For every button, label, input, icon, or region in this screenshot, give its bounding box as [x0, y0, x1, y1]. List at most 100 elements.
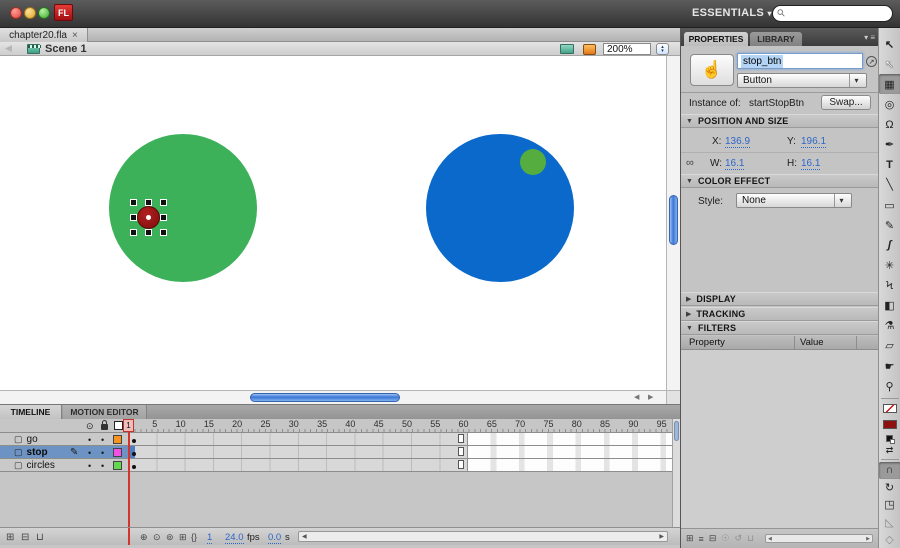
clipboard-icon[interactable]: ⊟ [709, 533, 717, 544]
playhead-marker[interactable]: 1 [123, 419, 134, 432]
h-value[interactable]: 16.1 [801, 158, 820, 170]
swap-colors-button[interactable]: ⇄ [879, 444, 900, 456]
paint-bucket-tool[interactable]: ◧ [879, 296, 900, 316]
edit-symbol-definition-button[interactable]: ↗ [866, 56, 877, 67]
onion-skin-outlines-button[interactable]: ⊚ [166, 532, 174, 543]
layer-lock-dot[interactable]: • [101, 448, 104, 458]
stage-vertical-scrollbar[interactable] [666, 56, 680, 390]
vertical-scroll-thumb[interactable] [669, 195, 678, 245]
tab-properties[interactable]: PROPERTIES [684, 32, 748, 46]
filters-scrollbar[interactable]: ◀ ▶ [765, 534, 873, 543]
subselection-tool[interactable]: ↖ [879, 54, 900, 74]
layer-name[interactable]: circles [27, 460, 55, 471]
delete-layer-button[interactable]: ⊔ [36, 532, 44, 543]
timeline-horizontal-scrollbar[interactable]: ◀ ▶ [298, 531, 668, 542]
lasso-tool[interactable]: Ω [879, 115, 900, 135]
timeline-vertical-scrollbar[interactable] [672, 419, 680, 527]
layer-color-swatch[interactable] [113, 435, 122, 444]
add-filter-icon[interactable]: ⊞ [686, 533, 694, 544]
section-color-effect[interactable]: ▼ COLOR EFFECT [681, 174, 879, 188]
minimize-window-button[interactable] [24, 7, 36, 19]
frame-span[interactable] [129, 446, 468, 458]
rectangle-tool[interactable]: ▭ [879, 195, 900, 215]
frame-span[interactable] [129, 433, 468, 445]
search-input[interactable]: ⚲ [772, 5, 893, 22]
bone-tool[interactable]: Ϟ [879, 276, 900, 296]
fill-color-swatch[interactable] [883, 420, 897, 429]
section-display[interactable]: ▶ DISPLAY [681, 292, 879, 306]
frames-row-go[interactable] [129, 433, 672, 446]
layer-visibility-dot[interactable]: • [88, 448, 91, 458]
zoom-stepper[interactable]: ▴ ▾ [656, 43, 669, 55]
tab-motion-editor[interactable]: MOTION EDITOR [63, 405, 147, 419]
tab-timeline[interactable]: TIMELINE [0, 405, 62, 419]
back-arrow-icon[interactable]: ◀ [5, 44, 12, 53]
swap-button[interactable]: Swap... [821, 95, 871, 110]
hand-tool[interactable]: ☛ [879, 356, 900, 376]
snap-to-objects-option[interactable]: ∩ [879, 462, 900, 479]
property-column-header[interactable]: Property [681, 336, 795, 350]
layer-row-go[interactable]: ▢ go • • [0, 433, 128, 446]
deco-tool[interactable]: ✳ [879, 255, 900, 275]
playhead-line[interactable] [128, 419, 130, 531]
section-filters[interactable]: ▼ FILTERS [681, 321, 879, 335]
brush-tool[interactable]: ʃ [879, 235, 900, 255]
enable-filter-icon[interactable]: ☉ [721, 533, 729, 544]
edit-scene-button[interactable] [560, 44, 574, 54]
symbol-type-dropdown[interactable]: Button ▾ [737, 73, 867, 88]
layer-visibility-dot[interactable]: • [88, 461, 91, 471]
fill-color-control[interactable] [879, 417, 900, 432]
x-value[interactable]: 136.9 [725, 136, 750, 148]
transform-handle-ne[interactable] [160, 199, 167, 206]
3d-rotation-tool[interactable]: ◎ [879, 94, 900, 114]
lock-all-layers-icon[interactable] [101, 424, 108, 430]
transform-handle-w[interactable] [130, 214, 137, 221]
empty-frames[interactable] [468, 459, 672, 471]
section-position-and-size[interactable]: ▼ POSITION AND SIZE [681, 114, 879, 128]
presets-icon[interactable]: ≡ [699, 534, 704, 544]
close-tab-icon[interactable]: × [72, 30, 78, 41]
transform-center-point[interactable] [146, 215, 151, 220]
eraser-tool[interactable]: ▱ [879, 336, 900, 356]
layer-row-circles[interactable]: ▢ circles • • [0, 459, 128, 472]
layer-row-stop[interactable]: ▢ stop ✎ • • [0, 446, 128, 459]
stage-zoom-input[interactable]: 200% [603, 43, 651, 55]
scroll-right-icon[interactable]: ▶ [866, 536, 870, 542]
layer-visibility-dot[interactable]: • [88, 435, 91, 445]
timeline-vscroll-thumb[interactable] [674, 421, 679, 441]
layer-name[interactable]: go [27, 434, 38, 445]
frames-row-stop[interactable] [129, 446, 672, 459]
outline-view-all-icon[interactable] [114, 421, 123, 430]
scale-option[interactable]: ◳ [879, 496, 900, 513]
scroll-left-icon[interactable]: ◀ [768, 536, 772, 542]
green-circle[interactable] [109, 134, 257, 282]
stage[interactable] [0, 56, 666, 390]
workspace-switcher[interactable]: ESSENTIALS ▾ [692, 7, 772, 19]
close-window-button[interactable] [10, 7, 22, 19]
transform-handle-sw[interactable] [130, 229, 137, 236]
show-hide-all-layers-icon[interactable]: ⊙ [86, 421, 94, 432]
transform-handle-se[interactable] [160, 229, 167, 236]
layer-color-swatch[interactable] [113, 448, 122, 457]
scroll-left-icon[interactable]: ◀ [634, 394, 639, 401]
filters-table-body[interactable] [681, 350, 879, 528]
center-frame-button[interactable]: ⊕ [140, 532, 148, 543]
edit-symbols-button[interactable] [583, 44, 596, 55]
layer-color-swatch[interactable] [113, 461, 122, 470]
layer-lock-dot[interactable]: • [101, 435, 104, 445]
empty-frames[interactable] [468, 446, 672, 458]
blue-circle[interactable] [426, 134, 574, 282]
link-wh-icon[interactable]: ∞ [686, 157, 694, 169]
go-button-instance[interactable] [520, 149, 546, 175]
eyedropper-tool[interactable]: ⚗ [879, 316, 900, 336]
zoom-tool[interactable]: ⚲ [879, 376, 900, 396]
frames-row-circles[interactable] [129, 459, 672, 472]
edit-multiple-frames-button[interactable]: ⊞ [179, 532, 187, 543]
reset-filter-icon[interactable]: ↺ [734, 533, 742, 544]
stage-horizontal-scrollbar[interactable]: ◀ ▶ [0, 390, 666, 404]
panel-menu-icon[interactable]: ▾ ≡ [864, 33, 875, 42]
document-tab[interactable]: chapter20.fla × [0, 28, 88, 42]
tab-library[interactable]: LIBRARY [750, 32, 802, 46]
delete-filter-icon[interactable]: ⊔ [747, 533, 754, 544]
instance-name-input[interactable]: stop_btn [737, 53, 863, 69]
